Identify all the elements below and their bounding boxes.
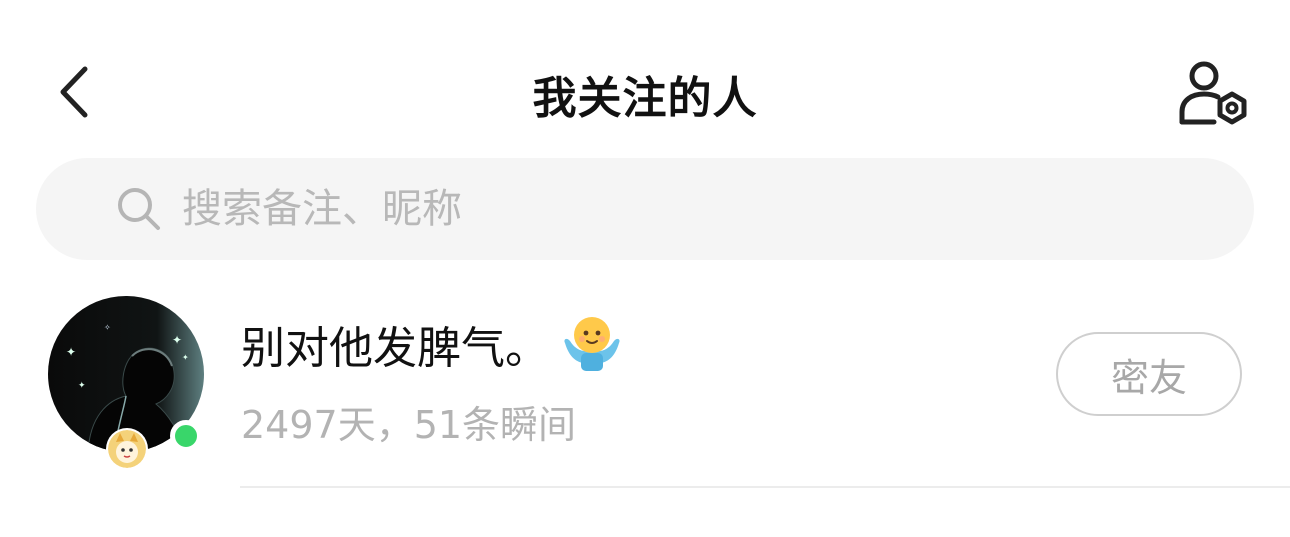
top-bar: 我关注的人 <box>0 40 1290 150</box>
contact-name-line: 别对他发脾气。 <box>241 312 625 376</box>
svg-text:✦: ✦ <box>172 333 182 347</box>
user-settings-button[interactable] <box>1172 54 1256 134</box>
online-status-dot <box>170 420 202 452</box>
hugging-face-emoji <box>564 317 620 371</box>
svg-text:✧: ✧ <box>104 323 111 332</box>
user-settings-icon <box>1179 61 1247 125</box>
list-divider <box>240 486 1290 488</box>
svg-text:✦: ✦ <box>182 353 189 362</box>
page-title: 我关注的人 <box>532 73 758 124</box>
avatar-group: ✦ ✦ ✦ ✦ ✧ <box>48 296 204 468</box>
search-input[interactable] <box>182 180 1182 238</box>
contact-name: 别对他发脾气。 <box>241 323 549 374</box>
contact-meta: 2497天，51条瞬间 <box>241 403 577 447</box>
pet-badge-icon <box>108 430 146 468</box>
svg-text:✦: ✦ <box>66 345 76 359</box>
search-icon <box>118 188 160 230</box>
svg-text:✦: ✦ <box>78 381 86 391</box>
contact-list-item[interactable]: ✦ ✦ ✦ ✦ ✧ 别对他发脾气。 2497天，51条瞬间 密友 <box>0 290 1290 488</box>
close-friend-button[interactable]: 密友 <box>1056 332 1242 416</box>
search-bar[interactable] <box>36 158 1254 260</box>
